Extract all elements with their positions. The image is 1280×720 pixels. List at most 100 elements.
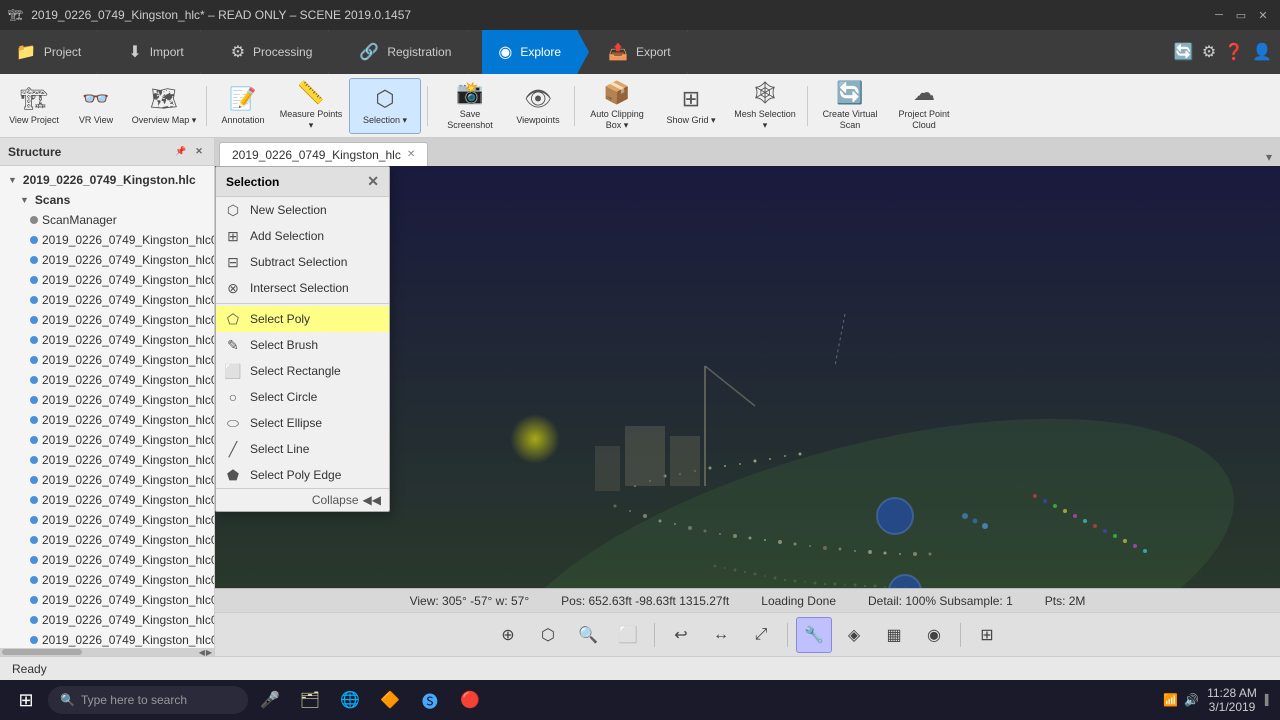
taskbar-mic[interactable]: 🎤 [260, 690, 280, 710]
tree-scan-006[interactable]: 2019_0226_0749_Kingston_hlc006 [0, 330, 214, 350]
tree-scan-003[interactable]: 2019_0226_0749_Kingston_hlc003 [0, 270, 214, 290]
workflow-import[interactable]: ⬇ Import [112, 30, 200, 74]
workflow-export[interactable]: 📤 Export [592, 30, 688, 74]
h-scrollbar[interactable]: ◀ ▶ [0, 648, 214, 656]
sel-new-selection[interactable]: ⬡ New Selection [216, 197, 389, 223]
tree-scan-007[interactable]: 2019_0226_0749_Kingston_hlc007 [0, 350, 214, 370]
mesh-selection-btn[interactable]: 🕸 Mesh Selection ▾ [729, 78, 801, 134]
tab-chevron[interactable]: ▾ [1262, 148, 1276, 166]
tree-scan-012[interactable]: 2019_0226_0749_Kingston_hlc012 [0, 450, 214, 470]
volume-icon[interactable]: 🔊 [1184, 693, 1199, 707]
selection-btn[interactable]: ⬡ Selection ▾ [349, 78, 421, 134]
annotation-btn[interactable]: 📝 Annotation [213, 78, 273, 134]
tree-scan-010[interactable]: 2019_0226_0749_Kingston_hlc010 [0, 410, 214, 430]
selection-panel-close[interactable]: ✕ [367, 173, 379, 190]
scroll-left[interactable]: ◀ [199, 648, 205, 657]
taskbar-app3[interactable]: 🔴 [452, 682, 488, 718]
sel-select-ellipse[interactable]: ⬭ Select Ellipse [216, 410, 389, 436]
show-desktop[interactable]: ▌ [1265, 695, 1272, 706]
h-scroll-thumb[interactable] [2, 649, 82, 655]
tree-scan-001[interactable]: 2019_0226_0749_Kingston_hlc001 [0, 230, 214, 250]
bt-object-view[interactable]: ◉ [916, 617, 952, 653]
tree-scan-014[interactable]: 2019_0226_0749_Kingston_hlc014 [0, 490, 214, 510]
sel-select-poly[interactable]: ⬠ Select Poly [216, 306, 389, 332]
create-virtual-scan-btn[interactable]: 🔄 Create Virtual Scan [814, 78, 886, 134]
sel-select-circle[interactable]: ○ Select Circle [216, 384, 389, 410]
tree-scan-013[interactable]: 2019_0226_0749_Kingston_hlc013 [0, 470, 214, 490]
measure-points-btn[interactable]: 📏 Measure Points ▾ [275, 78, 347, 134]
bt-select-box[interactable]: ⬜ [610, 617, 646, 653]
sel-collapse-btn[interactable]: Collapse ◀◀ [216, 488, 389, 511]
tree-scan-015[interactable]: 2019_0226_0749_Kingston_hlc015 [0, 510, 214, 530]
bt-grid-view[interactable]: ▦ [876, 617, 912, 653]
help-icon[interactable]: ❓ [1224, 42, 1244, 62]
taskbar-browser[interactable]: 🌐 [332, 682, 368, 718]
sel-select-poly-edge[interactable]: ⬟ Select Poly Edge [216, 462, 389, 488]
bt-zoom[interactable]: 🔍 [570, 617, 606, 653]
workflow-explore[interactable]: ◉ Explore [482, 30, 578, 74]
system-clock[interactable]: 11:28 AM 3/1/2019 [1207, 686, 1257, 714]
tree-scan-021[interactable]: 2019_0226_0749_Kingston_hlc021 [0, 630, 214, 648]
taskbar-app2[interactable]: 🅢 [412, 682, 448, 718]
tree-scan-002[interactable]: 2019_0226_0749_Kingston_hlc002 [0, 250, 214, 270]
bt-snap[interactable]: 🔧 [796, 617, 832, 653]
auto-clipping-btn[interactable]: 📦 Auto Clipping Box ▾ [581, 78, 653, 134]
file-root[interactable]: ▼ 2019_0226_0749_Kingston.hlc [0, 170, 214, 190]
sel-select-line[interactable]: ╱ Select Line [216, 436, 389, 462]
start-button[interactable]: ⊞ [8, 682, 44, 718]
scroll-right[interactable]: ▶ [206, 648, 212, 657]
tree-scan-018[interactable]: 2019_0226_0749_Kingston_hlc018 [0, 570, 214, 590]
settings-icon[interactable]: ⚙ [1202, 42, 1216, 62]
sel-select-rectangle[interactable]: ⬜ Select Rectangle [216, 358, 389, 384]
workflow-processing[interactable]: ⚙ Processing [215, 30, 330, 74]
bt-select-mode[interactable]: ⬡ [530, 617, 566, 653]
show-grid-btn[interactable]: ⊞ Show Grid ▾ [655, 78, 727, 134]
main-tab[interactable]: 2019_0226_0749_Kingston_hlc ✕ [219, 142, 428, 166]
workflow-registration[interactable]: 🔗 Registration [343, 30, 468, 74]
tree-scan-019[interactable]: 2019_0226_0749_Kingston_hlc019 [0, 590, 214, 610]
project-point-cloud-btn[interactable]: ☁ Project Point Cloud [888, 78, 960, 134]
sel-intersect-selection[interactable]: ⊗ Intersect Selection [216, 275, 389, 301]
refresh-icon[interactable]: 🔄 [1174, 42, 1194, 62]
user-icon[interactable]: 👤 [1252, 42, 1272, 62]
tree-scan-009[interactable]: 2019_0226_0749_Kingston_hlc009 [0, 390, 214, 410]
tree-scan-016[interactable]: 2019_0226_0749_Kingston_hlc016 [0, 530, 214, 550]
network-icon[interactable]: 📶 [1163, 693, 1178, 707]
bt-navigate[interactable]: ⊕ [490, 617, 526, 653]
panel-close-btn[interactable]: ✕ [192, 145, 206, 159]
save-screenshot-btn[interactable]: 📸 Save Screenshot [434, 78, 506, 134]
panel-pin-btn[interactable]: 📌 [174, 145, 188, 159]
vr-view-btn[interactable]: 👓 VR View [66, 78, 126, 134]
tree-scan-004[interactable]: 2019_0226_0749_Kingston_hlc004 [0, 290, 214, 310]
viewpoints-btn[interactable]: 👁 Viewpoints [508, 78, 568, 134]
minimize-btn[interactable]: ─ [1210, 6, 1228, 24]
scan-021-label: 2019_0226_0749_Kingston_hlc021 [42, 633, 214, 647]
sel-add-selection[interactable]: ⊞ Add Selection [216, 223, 389, 249]
tree-scan-017[interactable]: 2019_0226_0749_Kingston_hlc017 [0, 550, 214, 570]
scan-dot-009 [30, 396, 38, 404]
sel-subtract-selection[interactable]: ⊟ Subtract Selection [216, 249, 389, 275]
bt-pan[interactable]: ↔ [703, 617, 739, 653]
tree-scan-008[interactable]: 2019_0226_0749_Kingston_hlc008 [0, 370, 214, 390]
overview-map-btn[interactable]: 🗺 Overview Map ▾ [128, 78, 200, 134]
workflow-project[interactable]: 📁 Project [0, 30, 98, 74]
search-box[interactable]: 🔍 Type here to search [48, 686, 248, 714]
bt-cut[interactable]: ◈ [836, 617, 872, 653]
taskbar-file-explorer[interactable]: 🗂 [292, 682, 328, 718]
taskbar-app1[interactable]: 🔶 [372, 682, 408, 718]
viewport-3d[interactable]: X Y Z Selection ✕ ⬡ New [215, 166, 1280, 612]
bt-move[interactable]: ⤢ [743, 617, 779, 653]
restore-btn[interactable]: ▭ [1232, 6, 1250, 24]
tree-scan-011[interactable]: 2019_0226_0749_Kingston_hlc011 [0, 430, 214, 450]
close-btn[interactable]: ✕ [1254, 6, 1272, 24]
scan-dot-017 [30, 556, 38, 564]
scans-group[interactable]: ▼ Scans [0, 190, 214, 210]
view-project-btn[interactable]: 🏗 View Project [4, 78, 64, 134]
sel-select-brush[interactable]: ✎ Select Brush [216, 332, 389, 358]
bt-layout[interactable]: ⊞ [969, 617, 1005, 653]
scan-manager[interactable]: ScanManager [0, 210, 214, 230]
bt-orbit[interactable]: ↩ [663, 617, 699, 653]
tab-close-btn[interactable]: ✕ [407, 149, 415, 160]
tree-scan-005[interactable]: 2019_0226_0749_Kingston_hlc005 [0, 310, 214, 330]
tree-scan-020[interactable]: 2019_0226_0749_Kingston_hlc020 [0, 610, 214, 630]
